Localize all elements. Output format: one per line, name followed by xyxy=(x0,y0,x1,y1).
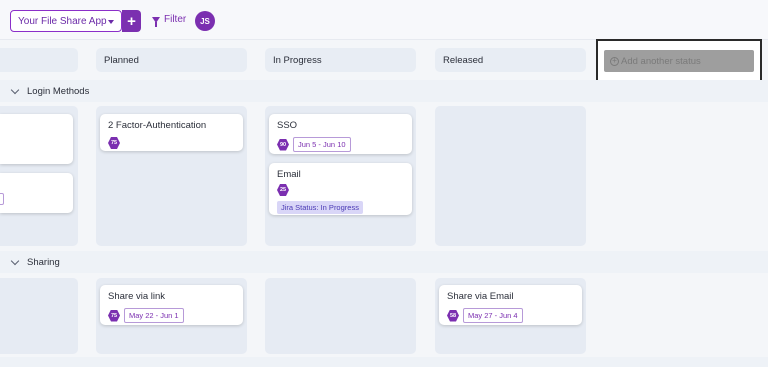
score-badge: 75 xyxy=(108,309,120,322)
add-app-button[interactable]: + xyxy=(122,10,141,32)
card-share-via-email[interactable]: Share via Email 58 May 27 - Jun 4 xyxy=(439,285,582,325)
jira-status-pill[interactable]: Jira Status: In Progress xyxy=(277,201,363,214)
card-email[interactable]: Email 25 Jira Status: In Progress xyxy=(269,163,412,215)
app-select-value: Your File Share App xyxy=(18,15,107,27)
card-title: Share via link xyxy=(108,291,166,302)
card-meta: 58 May 27 - Jun 4 xyxy=(447,308,574,323)
column-header-unnamed xyxy=(0,48,78,72)
score-badge: 75 xyxy=(108,137,120,149)
group-header-login-methods[interactable]: Login Methods xyxy=(0,80,768,102)
column-label: Released xyxy=(443,54,484,66)
lane-in-progress-sharing xyxy=(265,278,416,354)
card-partial[interactable] xyxy=(0,173,73,213)
avatar[interactable]: JS xyxy=(195,11,215,31)
card-title: 2 Factor-Authentication xyxy=(108,120,207,131)
column-label: In Progress xyxy=(273,54,322,66)
group-label: Login Methods xyxy=(27,85,90,97)
date-range-pill[interactable]: May 27 - Jun 4 xyxy=(463,308,523,323)
next-group-strip xyxy=(0,357,768,367)
filter-button[interactable]: Filter xyxy=(152,14,187,27)
filter-icon xyxy=(152,16,160,27)
score-badge: 90 xyxy=(277,138,289,151)
add-status-label: Add another status xyxy=(621,55,701,67)
lane-unnamed-sharing xyxy=(0,278,78,354)
card-title: Email xyxy=(277,169,301,180)
card-share-via-link[interactable]: Share via link 75 May 22 - Jun 1 xyxy=(100,285,243,325)
card-title: Share via Email xyxy=(447,291,514,302)
card-meta: 25 xyxy=(277,184,404,196)
column-header-planned[interactable]: Planned xyxy=(96,48,247,72)
card-2fa[interactable]: 2 Factor-Authentication 75 xyxy=(100,114,243,151)
filter-label: Filter xyxy=(164,14,187,25)
card-meta: 90 Jun 5 - Jun 10 xyxy=(277,137,404,152)
caret-down-icon xyxy=(108,20,114,24)
date-pill-partial xyxy=(0,193,4,205)
score-badge: 58 xyxy=(447,309,459,322)
column-label: Planned xyxy=(104,54,139,66)
date-range-pill[interactable]: Jun 5 - Jun 10 xyxy=(293,137,351,152)
card-meta: 75 May 22 - Jun 1 xyxy=(108,308,235,323)
chevron-down-icon xyxy=(10,256,20,265)
card-meta: 75 xyxy=(108,137,235,149)
group-header-sharing[interactable]: Sharing xyxy=(0,251,768,273)
card-title: SSO xyxy=(277,120,298,131)
plus-circle-icon: + xyxy=(610,56,619,66)
score-badge: 25 xyxy=(277,184,289,196)
date-range-pill[interactable]: May 22 - Jun 1 xyxy=(124,308,184,323)
chevron-down-icon xyxy=(10,85,20,94)
add-status-button[interactable]: + Add another status xyxy=(604,50,754,72)
app-select[interactable]: Your File Share App xyxy=(10,10,122,32)
lane-released-login xyxy=(435,106,586,246)
card-sso[interactable]: SSO 90 Jun 5 - Jun 10 xyxy=(269,114,412,154)
column-header-released[interactable]: Released xyxy=(435,48,586,72)
card-partial[interactable] xyxy=(0,114,73,164)
top-bar: Your File Share App + Filter JS xyxy=(0,0,768,40)
group-label: Sharing xyxy=(27,256,60,268)
column-header-in-progress[interactable]: In Progress xyxy=(265,48,416,72)
add-status-container: + Add another status xyxy=(596,39,762,82)
